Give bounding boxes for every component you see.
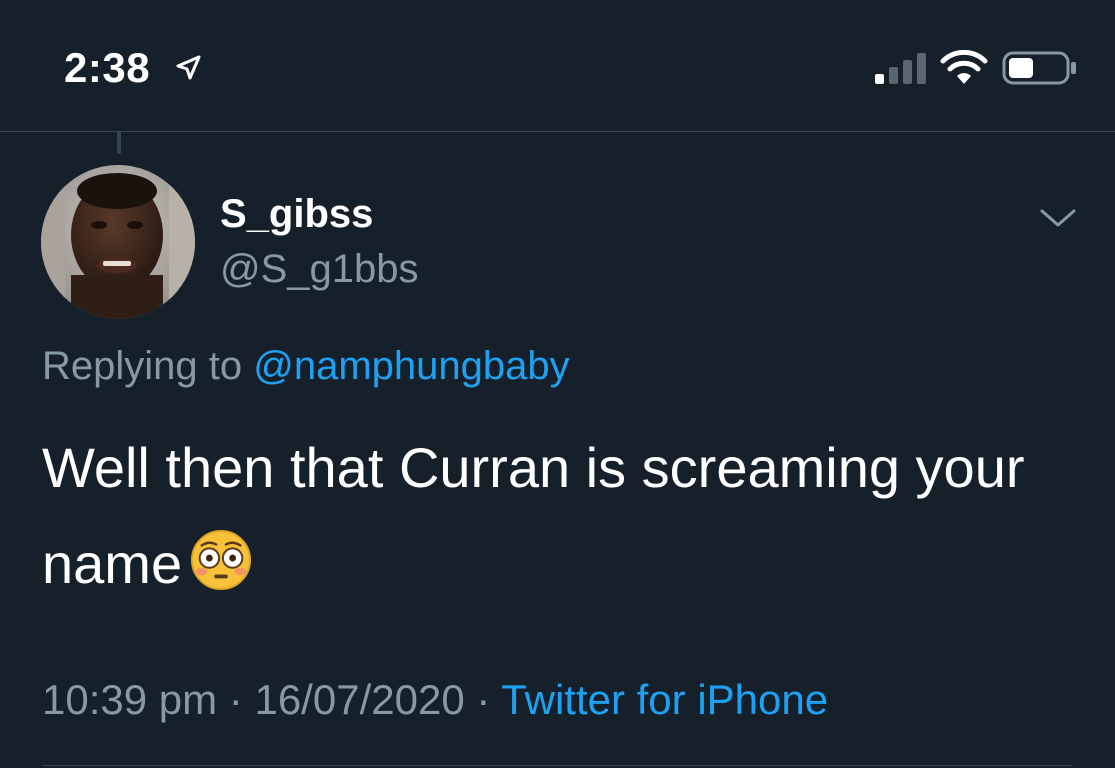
tweet-detail-screen: 2:38 S_gibss @S_g1bbs Replying to @namph… <box>0 0 1115 768</box>
meta-separator: · <box>228 676 243 723</box>
wifi-icon <box>940 50 988 84</box>
chevron-down-icon[interactable] <box>1036 196 1080 240</box>
tweet-meta: 10:39 pm · 16/07/2020 · Twitter for iPho… <box>42 676 828 724</box>
avatar-image <box>41 165 195 319</box>
replying-to-line: Replying to @namphungbaby <box>42 344 570 389</box>
replying-to-label: Replying to <box>42 344 243 388</box>
cellular-signal-icon <box>875 53 926 84</box>
battery-icon <box>1002 51 1076 85</box>
tweet-time: 10:39 pm <box>42 676 218 723</box>
header-divider <box>0 131 1115 132</box>
tweet-date: 16/07/2020 <box>254 676 465 723</box>
status-time: 2:38 <box>64 44 151 91</box>
bottom-divider <box>42 765 1072 766</box>
replying-to-mention-link[interactable]: @namphungbaby <box>253 344 569 388</box>
display-name[interactable]: S_gibss <box>220 192 373 237</box>
status-bar: 2:38 <box>0 0 1115 131</box>
tweet-text: Well then that Curran is screaming your … <box>42 420 1042 612</box>
user-handle[interactable]: @S_g1bbs <box>220 247 419 292</box>
meta-separator: · <box>476 676 491 723</box>
location-arrow-icon <box>176 55 201 80</box>
avatar[interactable] <box>41 165 195 319</box>
flushed-face-icon <box>191 529 252 591</box>
thread-connector-line <box>117 132 121 154</box>
tweet-source-link[interactable]: Twitter for iPhone <box>501 676 828 723</box>
